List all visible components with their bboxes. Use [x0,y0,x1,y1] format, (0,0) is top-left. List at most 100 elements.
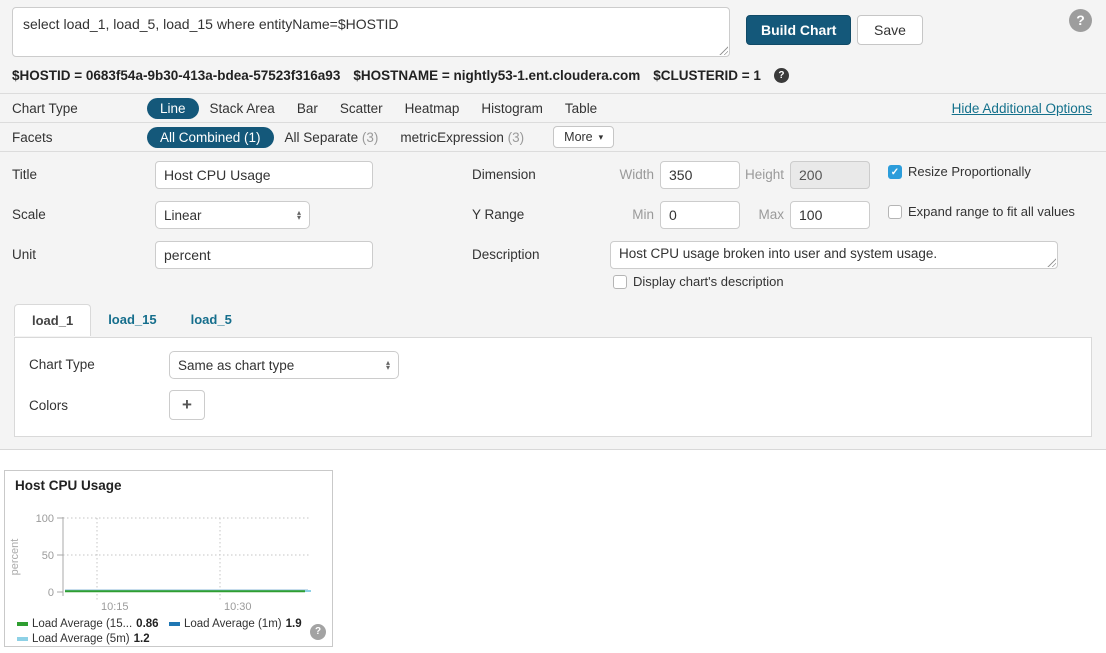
chart-preview-title: Host CPU Usage [15,478,122,493]
legend-value: 0.86 [136,618,158,630]
chart-type-option-line[interactable]: Line [147,98,199,119]
expand-range-label: Expand range to fit all values [908,204,1075,219]
resize-proportionally-checkbox[interactable]: ✓ Resize Proportionally [888,164,1031,179]
unit-input[interactable] [155,241,373,269]
select-caret-icon: ▴ ▾ [297,210,301,220]
build-chart-button[interactable]: Build Chart [746,15,851,45]
scale-label: Scale [12,205,46,225]
variables-help-icon[interactable]: ? [774,68,789,83]
legend-label: Load Average (5m) [32,633,130,645]
legend-row: Load Average (5m) 1.2 [17,631,327,646]
title-label: Title [12,165,37,185]
max-input[interactable] [790,201,870,229]
legend-label: Load Average (15... [32,618,132,630]
chart-help-icon[interactable]: ? [310,624,326,640]
caret-down-icon: ▾ [297,215,301,220]
facets-row: Facets All Combined (1) All Separate (3)… [0,123,1106,151]
y-range-label: Y Range [472,205,524,225]
facet-count: (3) [508,130,525,145]
display-description-checkbox[interactable]: Display chart's description [613,274,784,289]
facet-count: (3) [362,130,379,145]
caret-down-icon: ▾ [599,133,604,142]
x-axis-tick-1015: 10:15 [101,601,129,613]
chart-builder-panel: select load_1, load_5, load_15 where ent… [0,0,1106,450]
variable-clusterid: $CLUSTERID = 1 [653,68,761,83]
title-input[interactable] [155,161,373,189]
caret-down-icon: ▾ [386,365,390,370]
series-chart-type-value: Same as chart type [178,358,294,373]
checkbox-unchecked-icon[interactable] [888,205,902,219]
display-description-label: Display chart's description [633,274,784,289]
legend-swatch-blue-icon [169,622,180,626]
chart-type-option-heatmap[interactable]: Heatmap [394,98,471,119]
metric-tab-panel: Chart Type Same as chart type ▴ ▾ Colors… [14,337,1092,437]
save-button[interactable]: Save [857,15,923,45]
y-axis-tick-50: 50 [42,550,54,562]
chart-type-option-stack-area[interactable]: Stack Area [199,98,286,119]
variables-bar: $HOSTID = 0683f54a-9b30-413a-bdea-57523f… [12,63,789,87]
facets-option-metricexpression[interactable]: metricExpression (3) [389,127,535,148]
divider [0,151,1106,152]
facets-option-all-combined[interactable]: All Combined (1) [147,127,274,148]
unit-label: Unit [12,245,36,265]
chart-type-option-scatter[interactable]: Scatter [329,98,394,119]
colors-label: Colors [29,396,68,416]
facet-name: metricExpression [400,130,504,145]
expand-range-checkbox[interactable]: Expand range to fit all values [888,204,1075,219]
tab-load-5[interactable]: load_5 [174,304,249,336]
legend-swatch-lightblue-icon [17,637,28,641]
chart-preview-plot: 100 50 0 percent 10:15 10:30 [5,497,333,615]
y-axis-unit-label: percent [9,539,21,576]
scale-select-value: Linear [164,208,202,223]
more-label: More [564,130,592,144]
chart-preview-card[interactable]: Host CPU Usage 100 50 0 percent 10:15 1 [4,470,333,647]
chart-type-option-table[interactable]: Table [554,98,608,119]
legend-label: Load Average (1m) [184,618,282,630]
facets-option-all-separate[interactable]: All Separate (3) [274,127,390,148]
legend-item-load-15m[interactable]: Load Average (15... 0.86 [17,618,169,630]
description-textarea[interactable]: Host CPU usage broken into user and syst… [610,241,1058,269]
hide-additional-options-link[interactable]: Hide Additional Options [952,101,1092,116]
legend-item-load-5m[interactable]: Load Average (5m) 1.2 [17,633,150,645]
more-facets-button[interactable]: More ▾ [553,126,614,148]
legend-value: 1.9 [286,618,302,630]
plus-icon: + [182,395,192,415]
metric-tabs: load_1 load_15 load_5 [14,304,249,336]
description-label: Description [472,245,540,265]
dimension-label: Dimension [472,165,536,185]
chart-type-option-bar[interactable]: Bar [286,98,329,119]
height-input [790,161,870,189]
chart-builder-page: select load_1, load_5, load_15 where ent… [0,0,1106,653]
query-input-wrap: select load_1, load_5, load_15 where ent… [12,7,730,57]
chart-type-row-label: Chart Type [12,101,147,116]
help-icon[interactable]: ? [1069,9,1092,32]
min-label: Min [596,205,654,225]
variable-hostid: $HOSTID = 0683f54a-9b30-413a-bdea-57523f… [12,68,340,83]
add-color-button[interactable]: + [169,390,205,420]
y-axis-tick-0: 0 [48,587,54,599]
facets-row-label: Facets [12,130,147,145]
legend-item-load-1m[interactable]: Load Average (1m) 1.9 [169,618,302,630]
checkbox-checked-icon[interactable]: ✓ [888,165,902,179]
series-chart-type-label: Chart Type [29,355,95,375]
x-axis-tick-1030: 10:30 [224,601,252,613]
legend-row: Load Average (15... 0.86 Load Average (1… [17,616,327,631]
legend-value: 1.2 [134,633,150,645]
max-label: Max [726,205,784,225]
series-chart-type-select[interactable]: Same as chart type ▴ ▾ [169,351,399,379]
legend-swatch-green-icon [17,622,28,626]
tab-load-15[interactable]: load_15 [91,304,173,336]
chart-legend: Load Average (15... 0.86 Load Average (1… [17,616,327,646]
height-label: Height [726,165,784,185]
description-wrap: Host CPU usage broken into user and syst… [610,241,1058,269]
tab-load-1[interactable]: load_1 [14,304,91,336]
select-caret-icon: ▴ ▾ [386,360,390,370]
chart-type-option-histogram[interactable]: Histogram [470,98,554,119]
width-label: Width [596,165,654,185]
scale-select[interactable]: Linear ▴ ▾ [155,201,310,229]
checkbox-unchecked-icon[interactable] [613,275,627,289]
query-input[interactable]: select load_1, load_5, load_15 where ent… [12,7,730,57]
y-axis-tick-100: 100 [36,513,54,525]
variable-hostname: $HOSTNAME = nightly53-1.ent.cloudera.com [353,68,640,83]
resize-proportionally-label: Resize Proportionally [908,164,1031,179]
